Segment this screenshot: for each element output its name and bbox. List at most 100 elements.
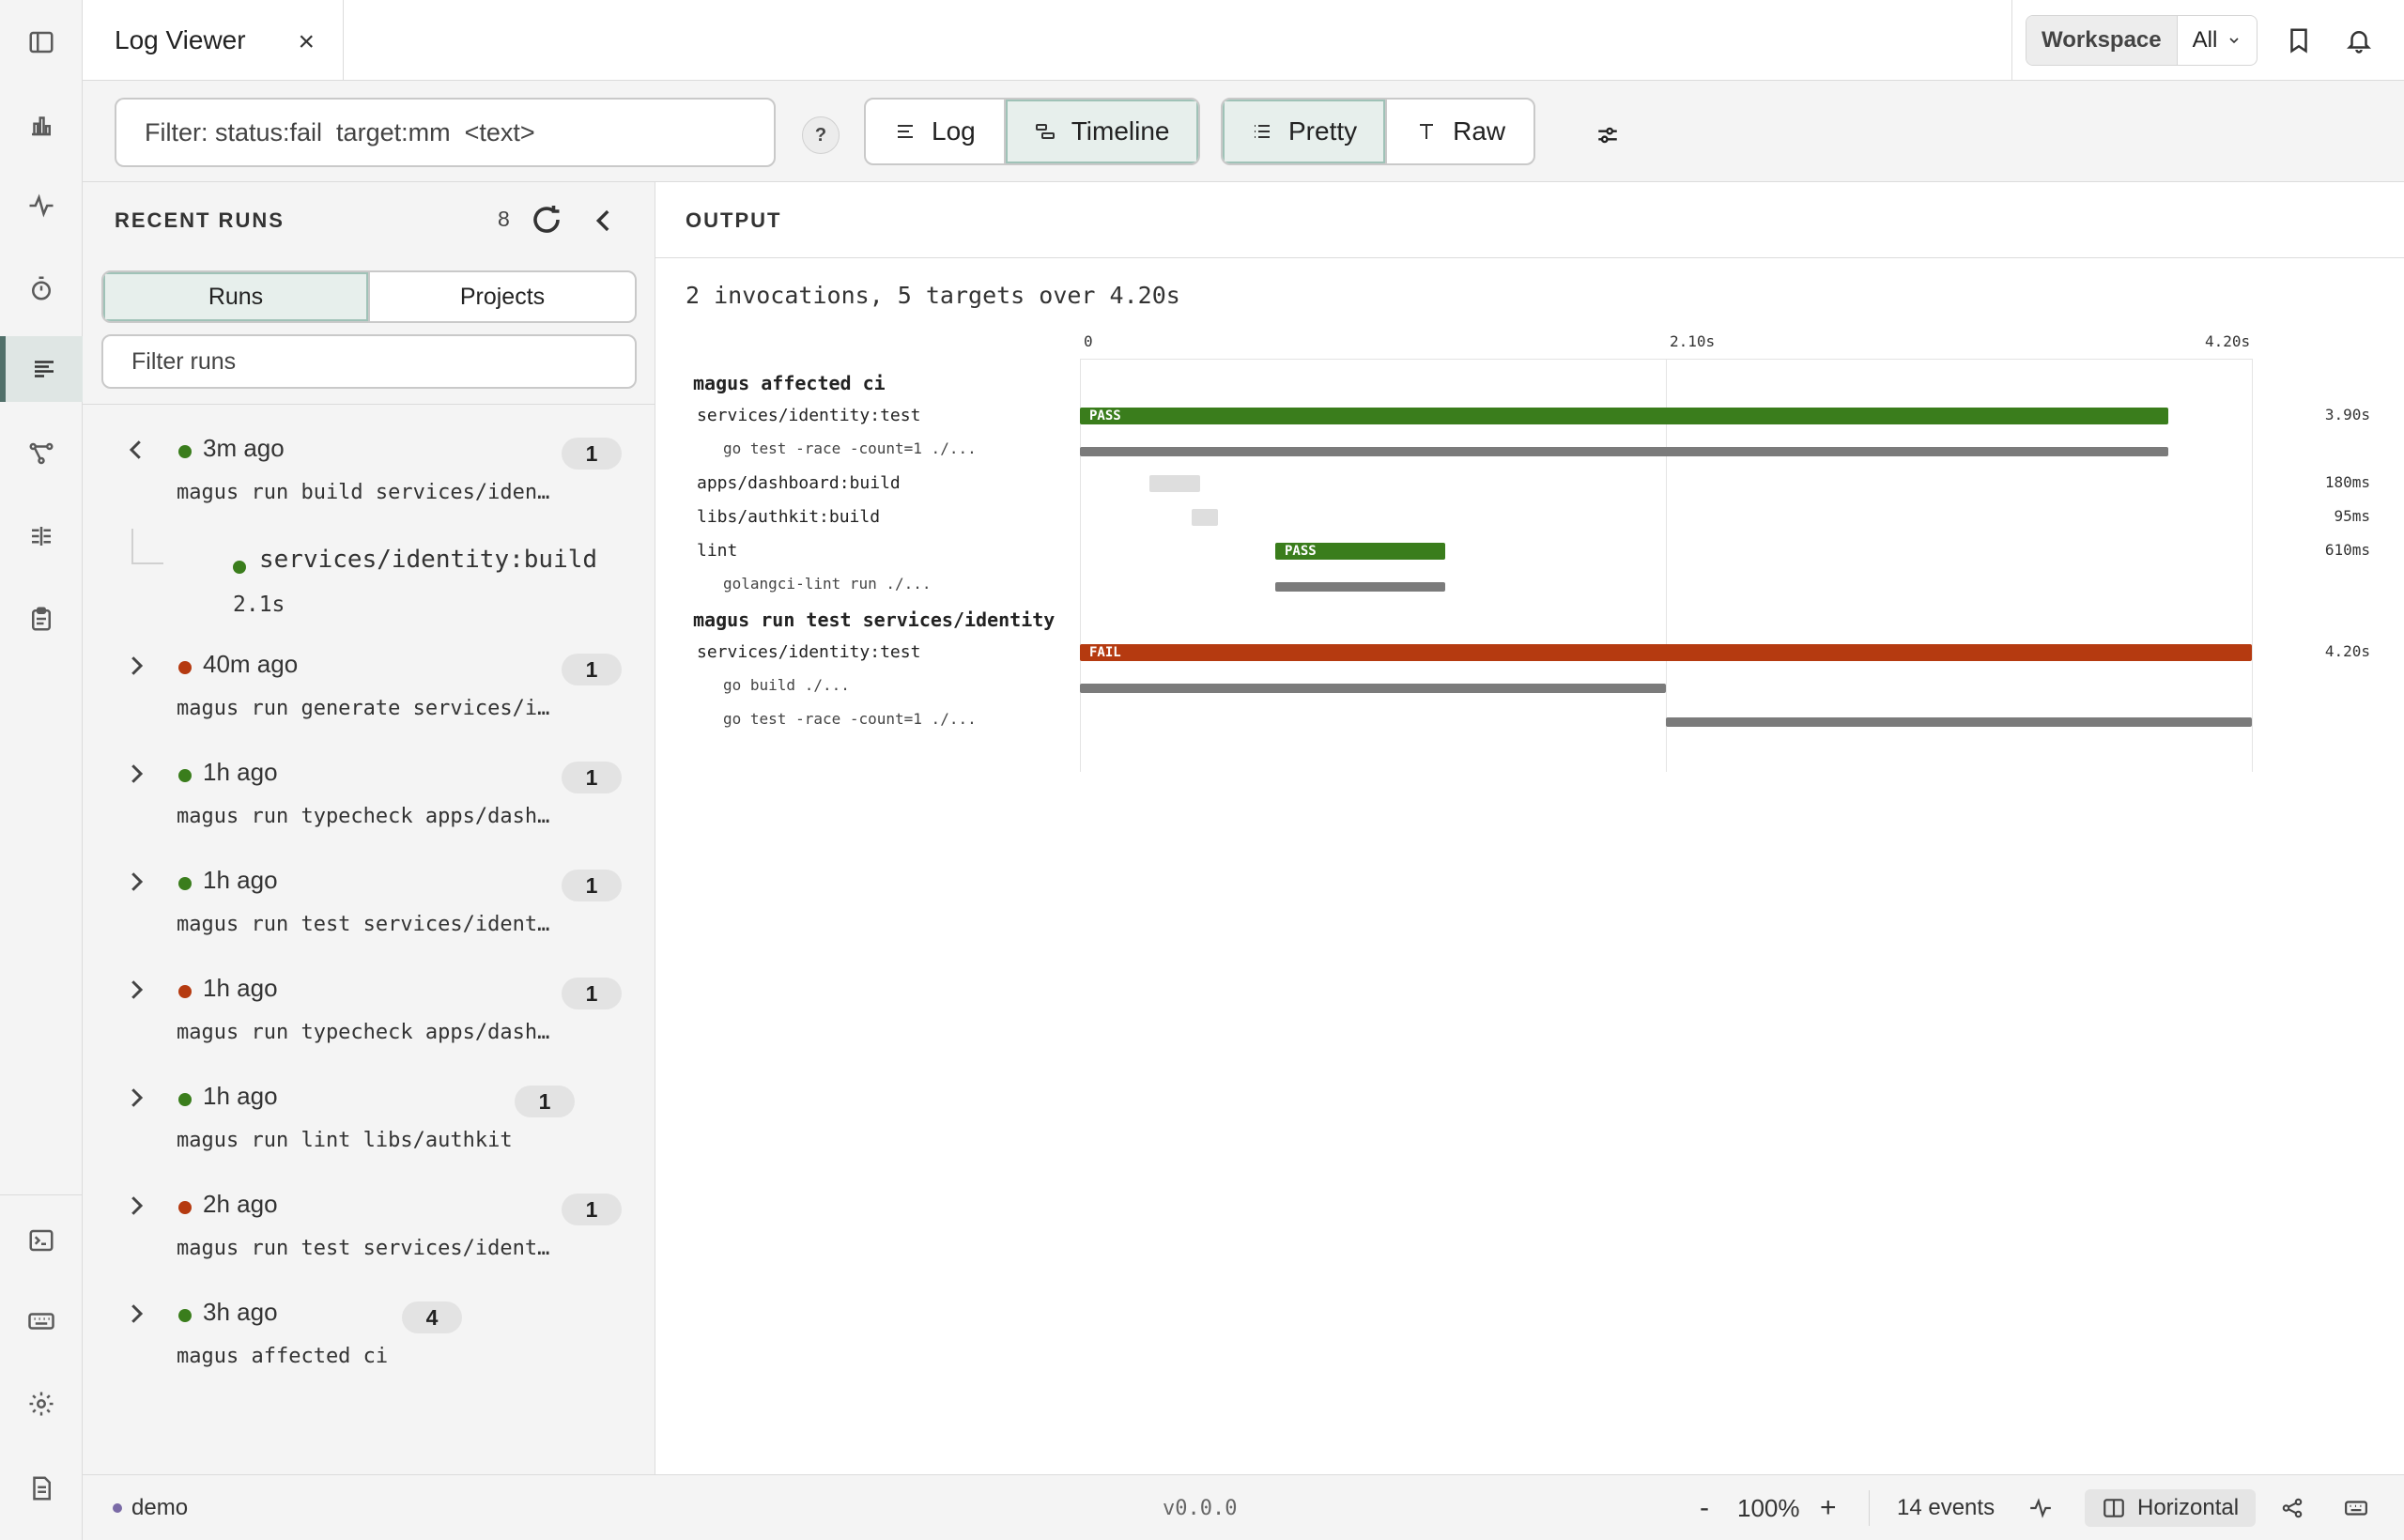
target-duration: 95ms	[2334, 507, 2370, 525]
invocation-row: magus affected ci	[655, 364, 2404, 398]
top-bar-right: Workspace All	[2011, 0, 2404, 81]
document-icon[interactable]	[0, 1455, 83, 1521]
run-item[interactable]: 1h ago 1 magus run typecheck apps/dash…	[83, 962, 655, 1066]
recent-runs-title: RECENT RUNS	[115, 208, 285, 232]
bookmark-icon[interactable]	[2280, 22, 2318, 59]
pulse-icon[interactable]	[0, 173, 83, 239]
zoom-level: 100%	[1737, 1493, 1800, 1522]
target-row[interactable]: apps/dashboard:build 180ms	[655, 466, 2404, 500]
run-item[interactable]: 3m ago 1 magus run build services/iden…	[83, 423, 655, 526]
run-time: 3h ago	[203, 1298, 278, 1326]
output-panel: OUTPUT 2 invocations, 5 targets over 4.2…	[655, 182, 2404, 1474]
stopwatch-icon[interactable]	[0, 255, 83, 321]
target-row[interactable]: services/identity:test FAIL 4.20s	[655, 635, 2404, 669]
chevron-right-icon[interactable]	[122, 1084, 150, 1112]
status-divider	[1869, 1490, 1870, 1526]
target-bar-fail[interactable]: FAIL	[1080, 644, 2252, 661]
status-dot	[178, 1201, 192, 1214]
zoom-out-button[interactable]: -	[1700, 1475, 1709, 1540]
command-bar[interactable]	[1275, 582, 1446, 592]
help-button[interactable]: ?	[802, 116, 840, 154]
run-item[interactable]: 1h ago 1 magus run test services/ident…	[83, 855, 655, 958]
axis-tick-label: 2.10s	[1670, 332, 1716, 350]
run-time: 1h ago	[203, 758, 278, 786]
target-bar-cached[interactable]	[1191, 509, 1219, 526]
run-item[interactable]: 1h ago 1 magus run lint libs/authkit	[83, 1070, 655, 1174]
tab-runs[interactable]: Runs	[103, 272, 368, 321]
run-time: 2h ago	[203, 1190, 278, 1218]
env-dot	[113, 1503, 122, 1513]
zoom-in-button[interactable]: +	[1820, 1475, 1837, 1540]
target-row[interactable]: services/identity:test PASS 3.90s	[655, 398, 2404, 432]
terminal-icon[interactable]	[0, 1208, 83, 1273]
timeline-view-button[interactable]: Timeline	[1003, 100, 1198, 163]
pulse-icon[interactable]	[2028, 1475, 2053, 1540]
adjust-settings-icon[interactable]	[1589, 116, 1626, 154]
log-view-button[interactable]: Log	[866, 100, 1004, 163]
raw-format-button[interactable]: Raw	[1385, 100, 1533, 163]
run-command: magus run build services/iden…	[177, 481, 550, 504]
graph-icon[interactable]	[0, 421, 83, 486]
toolbar: Filter: status:fail target:mm <text> ? L…	[83, 81, 2404, 182]
bullet-list-icon	[1255, 125, 1270, 138]
chevron-right-icon[interactable]	[122, 760, 150, 788]
keyboard-icon[interactable]	[0, 1288, 83, 1354]
chevron-right-icon[interactable]	[122, 652, 150, 680]
bell-icon[interactable]	[2340, 22, 2378, 59]
layout-toggle-button[interactable]: Horizontal	[2085, 1489, 2257, 1527]
chevron-right-icon[interactable]	[122, 1192, 150, 1220]
child-target-duration: 2.1s	[233, 593, 285, 617]
log-lines-icon[interactable]	[0, 336, 83, 402]
close-icon[interactable]: ×	[298, 26, 315, 58]
environment-indicator[interactable]: demo	[113, 1475, 188, 1540]
target-row[interactable]: libs/authkit:build 95ms	[655, 500, 2404, 533]
command-bar[interactable]	[1666, 717, 2252, 727]
target-duration: 180ms	[2324, 473, 2370, 491]
log-view-label: Log	[932, 116, 976, 146]
run-count-badge: 1	[562, 762, 622, 793]
target-bar-pass[interactable]: PASS	[1275, 543, 1446, 560]
workspace-value[interactable]: All	[2178, 16, 2258, 65]
run-item[interactable]: 3h ago 4 magus affected ci	[83, 1286, 655, 1390]
split-columns-icon[interactable]	[0, 503, 83, 569]
refresh-icon[interactable]	[530, 203, 563, 237]
view-mode-toggle: Log Timeline	[864, 98, 1200, 165]
command-row: go test -race -count=1 ./...	[655, 702, 2404, 736]
workspace-select[interactable]: Workspace All	[2026, 15, 2258, 66]
status-bar: demo v0.0.0 - 100% + 14 events Horizonta…	[83, 1474, 2404, 1540]
filter-runs-input[interactable]: Filter runs	[101, 334, 637, 389]
format-mode-toggle: Pretty Raw	[1221, 98, 1536, 165]
bar-chart-icon[interactable]	[0, 92, 83, 158]
workspace-label: Workspace	[2026, 16, 2178, 65]
clipboard-icon[interactable]	[0, 586, 83, 652]
run-item[interactable]: 40m ago 1 magus run generate services/i…	[83, 639, 655, 742]
command-bar[interactable]	[1080, 684, 1666, 693]
tab-projects[interactable]: Projects	[368, 272, 635, 321]
collapse-panel-icon[interactable]	[588, 205, 620, 237]
command-bar[interactable]	[1080, 447, 2168, 456]
keyboard-icon[interactable]	[2344, 1475, 2368, 1540]
chevron-right-icon[interactable]	[122, 976, 150, 1004]
target-row[interactable]: lint PASS 610ms	[655, 533, 2404, 567]
filter-input[interactable]: Filter: status:fail target:mm <text>	[115, 98, 776, 167]
share-icon[interactable]	[2280, 1475, 2304, 1540]
chevron-left-icon[interactable]	[122, 436, 150, 464]
chevron-right-icon[interactable]	[122, 868, 150, 896]
recent-runs-panel: RECENT RUNS 8 Runs Projects Filter runs …	[83, 182, 655, 1474]
pretty-format-button[interactable]: Pretty	[1223, 100, 1386, 163]
run-item[interactable]: 1h ago 1 magus run typecheck apps/dash…	[83, 747, 655, 850]
runs-projects-tabs: Runs Projects	[101, 270, 637, 323]
gear-icon[interactable]	[0, 1371, 83, 1437]
run-item[interactable]: 2h ago 1 magus run test services/ident…	[83, 1178, 655, 1282]
tab-log-viewer[interactable]: Log Viewer ×	[83, 0, 344, 81]
status-dot	[178, 985, 192, 998]
run-command: magus affected ci	[177, 1345, 389, 1368]
target-bar-pass[interactable]: PASS	[1080, 408, 2168, 424]
version-label: v0.0.0	[1163, 1496, 1238, 1520]
chevron-right-icon[interactable]	[122, 1300, 150, 1328]
run-time: 3m ago	[203, 434, 285, 462]
status-dot	[178, 1093, 192, 1106]
sidebar-toggle-icon[interactable]	[0, 9, 83, 75]
target-bar-cached[interactable]	[1149, 475, 1200, 492]
invocation-row: magus run test services/identity	[655, 601, 2404, 635]
